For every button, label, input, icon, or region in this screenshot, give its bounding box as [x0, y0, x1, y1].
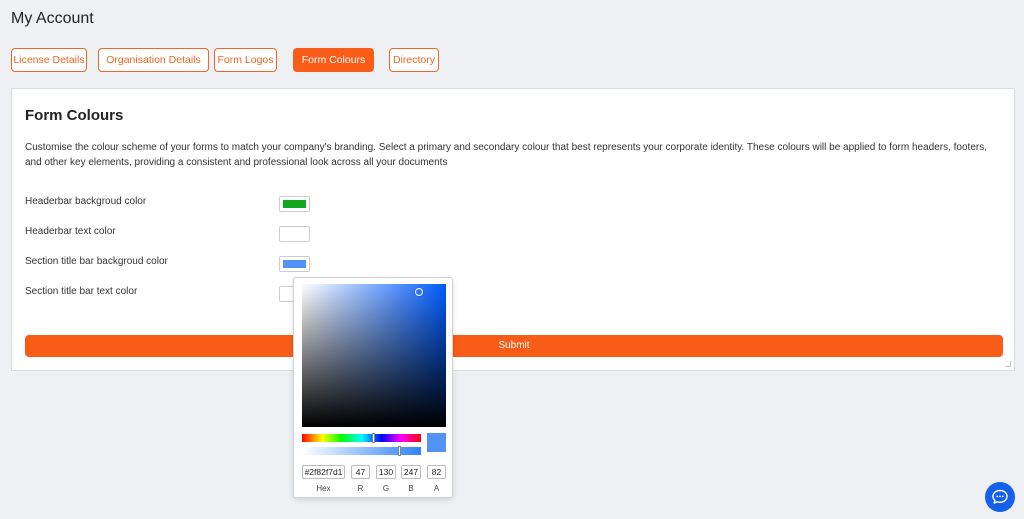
page-title: My Account	[11, 10, 94, 27]
section-title: Form Colours	[25, 107, 124, 124]
headerbar-text-color-fill	[283, 230, 306, 238]
alpha-input[interactable]	[427, 465, 446, 479]
headerbar-bg-color-swatch[interactable]	[279, 196, 310, 212]
red-label: R	[357, 484, 364, 493]
chat-button[interactable]	[985, 482, 1015, 512]
saturation-area[interactable]	[302, 284, 446, 427]
hue-slider[interactable]	[302, 433, 421, 443]
color-preview	[427, 433, 446, 452]
hue-slider-handle[interactable]	[372, 433, 375, 443]
headerbar-text-color-swatch[interactable]	[279, 226, 310, 242]
chat-bubble-icon	[992, 489, 1008, 504]
red-input[interactable]	[351, 465, 370, 479]
alpha-slider[interactable]	[302, 446, 421, 456]
tab-license-details[interactable]: License Details	[11, 48, 87, 72]
resize-grip	[1005, 361, 1011, 367]
section-title-bg-label: Section title bar backgroud color	[25, 256, 168, 267]
section-title-text-label: Section title bar text color	[25, 286, 138, 297]
headerbar-text-label: Headerbar text color	[25, 226, 116, 237]
tab-organisation-details[interactable]: Organisation Details	[98, 48, 209, 72]
section-title-bg-color-fill	[283, 260, 306, 268]
tab-form-colours[interactable]: Form Colours	[293, 48, 374, 72]
section-description: Customise the colour scheme of your form…	[25, 142, 988, 168]
headerbar-bg-label: Headerbar backgroud color	[25, 196, 147, 207]
green-input[interactable]	[376, 465, 396, 479]
headerbar-bg-color-fill	[283, 200, 306, 208]
hex-input[interactable]	[302, 465, 345, 479]
tab-form-logos[interactable]: Form Logos	[214, 48, 277, 72]
alpha-slider-handle[interactable]	[398, 446, 401, 456]
blue-label: B	[408, 484, 414, 493]
submit-button[interactable]: Submit	[25, 335, 1003, 357]
alpha-label: A	[433, 484, 440, 493]
hex-label: Hex	[316, 484, 331, 493]
green-label: G	[382, 484, 390, 493]
saturation-handle[interactable]	[415, 288, 423, 296]
form-colours-card: Form Colours Customise the colour scheme…	[11, 88, 1015, 371]
tab-directory[interactable]: Directory	[389, 48, 439, 72]
color-picker-popover: Hex R G B A	[293, 277, 453, 498]
blue-input[interactable]	[401, 465, 421, 479]
section-title-bg-color-swatch[interactable]	[279, 256, 310, 272]
